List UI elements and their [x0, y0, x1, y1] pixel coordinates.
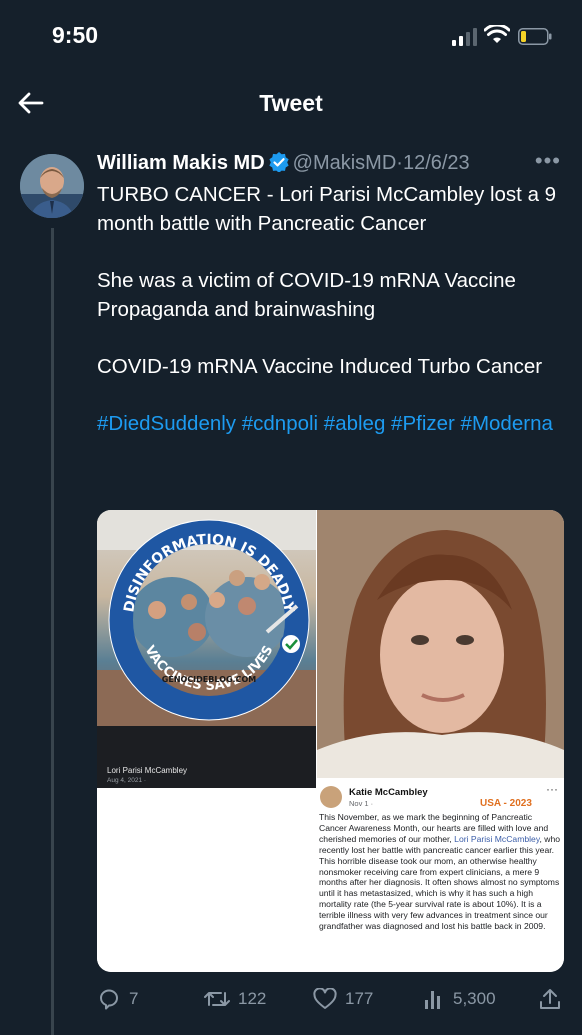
reply-count: 7	[129, 989, 139, 1008]
like-count: 177	[345, 989, 374, 1008]
reply-icon	[99, 989, 118, 1010]
verified-badge-icon	[269, 152, 289, 172]
share-button[interactable]	[539, 985, 569, 1013]
tweet-paragraph: TURBO CANCER - Lori Parisi McCambley los…	[97, 183, 557, 235]
usa-tag: USA - 2023	[480, 798, 532, 809]
wifi-icon	[484, 25, 510, 43]
thread-line	[51, 228, 54, 1035]
reply-button[interactable]: 7	[97, 985, 138, 1013]
views-icon	[425, 991, 440, 1009]
fb-post-text: This November, as we mark the beginning …	[319, 812, 561, 932]
tweet-paragraph: COVID-19 mRNA Vaccine Induced Turbo Canc…	[97, 355, 543, 378]
fb-text-part: , who recently lost her battle with panc…	[319, 833, 561, 932]
fb-date: Nov 1 ·	[349, 799, 374, 808]
fb-avatar	[320, 786, 342, 808]
signal-icon	[452, 28, 477, 46]
avatar-image	[20, 154, 84, 218]
like-icon	[313, 988, 337, 1009]
hashtags[interactable]: #DiedSuddenly #cdnpoli #ableg #Pfizer #M…	[97, 409, 567, 438]
status-time: 9:50	[52, 22, 99, 48]
author-name[interactable]: William Makis MD	[97, 152, 265, 174]
tweet-actions: 7 122 177 5,300	[97, 985, 567, 1013]
tweet-paragraph: She was a victim of COVID-19 mRNA Vaccin…	[97, 269, 516, 321]
avatar[interactable]	[20, 154, 84, 218]
left-caption-date: Aug 4, 2021 ·	[107, 777, 147, 784]
media-left-panel: DISINFORMATION IS DEADLY VACCINES SAVE L…	[97, 510, 316, 788]
views-count: 5,300	[453, 989, 496, 1008]
facebook-post: Katie McCambley Nov 1 · ··· USA - 2023 T…	[317, 780, 564, 972]
status-bar: 9:50	[0, 0, 582, 70]
battery-icon	[518, 28, 552, 45]
fb-more-icon: ···	[546, 782, 558, 796]
fb-author-name: Katie McCambley	[349, 787, 428, 798]
share-icon	[540, 989, 560, 1009]
page-title: Tweet	[259, 90, 323, 116]
views-button[interactable]: 5,300	[423, 985, 496, 1013]
tweet-header: William Makis MD @MakisMD·12/6/23 •••	[97, 148, 567, 180]
separator: ·	[396, 152, 403, 174]
badge-site-text: GENOCIDEBLOG.COM	[162, 675, 256, 684]
like-button[interactable]: 177	[313, 985, 373, 1013]
tweet-date[interactable]: 12/6/23	[403, 152, 470, 174]
tweet-media[interactable]: DISINFORMATION IS DEADLY VACCINES SAVE L…	[97, 510, 564, 972]
left-caption-name: Lori Parisi McCambley	[107, 766, 188, 775]
media-blank-area	[97, 788, 316, 972]
more-icon[interactable]: •••	[535, 148, 561, 174]
retweet-icon	[204, 992, 230, 1006]
portrait-image	[317, 510, 564, 778]
retweet-button[interactable]: 122	[204, 985, 266, 1013]
tweet-body: TURBO CANCER - Lori Parisi McCambley los…	[97, 180, 567, 466]
nav-bar: Tweet	[0, 80, 582, 130]
badge-overlay: DISINFORMATION IS DEADLY VACCINES SAVE L…	[108, 519, 310, 721]
portrait-photo	[317, 510, 564, 778]
pool-photo: DISINFORMATION IS DEADLY VACCINES SAVE L…	[97, 510, 316, 726]
fb-link: Lori Parisi McCambley	[454, 833, 540, 844]
retweet-count: 122	[238, 989, 267, 1008]
author-handle[interactable]: @MakisMD	[293, 152, 397, 174]
